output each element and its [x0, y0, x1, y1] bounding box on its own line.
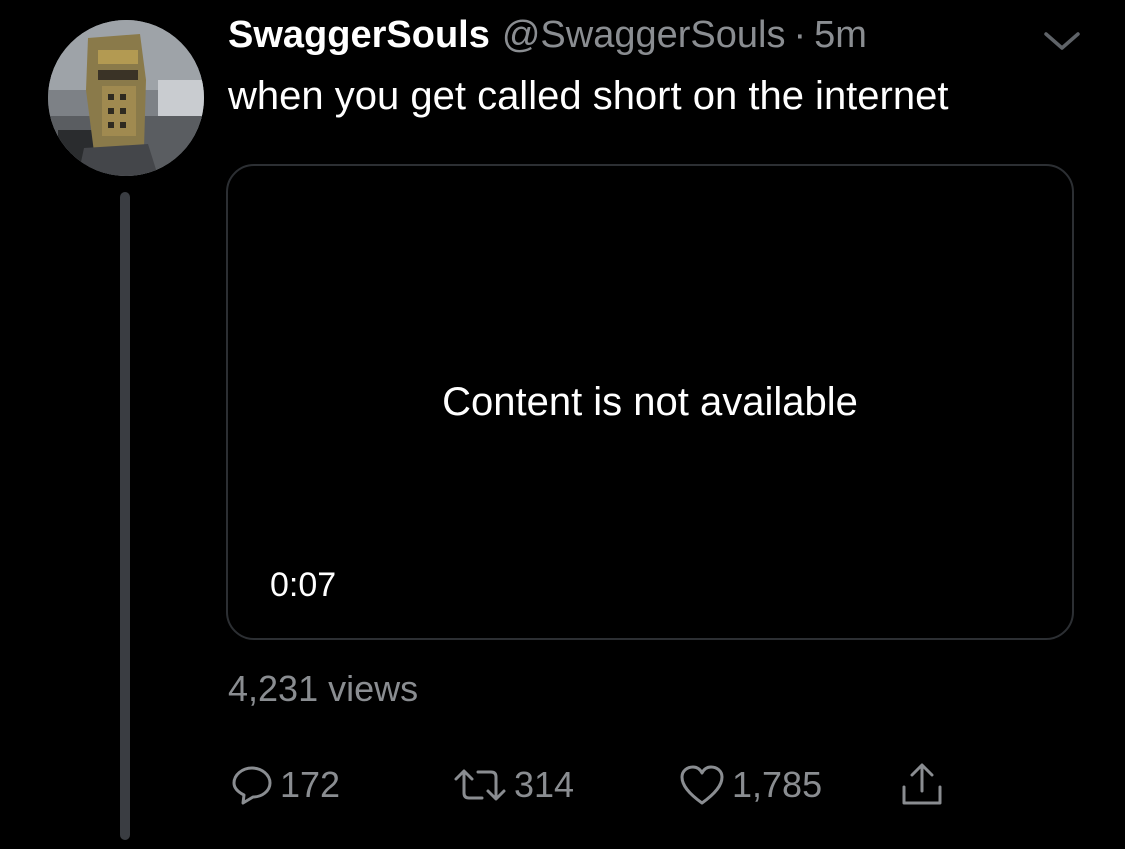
display-name[interactable]: SwaggerSouls — [228, 14, 490, 57]
heart-icon — [680, 765, 724, 805]
reply-count: 172 — [280, 764, 341, 805]
retweet-count: 314 — [514, 764, 575, 805]
video-duration: 0:07 — [270, 566, 337, 604]
retweet-icon — [454, 769, 506, 801]
tweet-text: when you get called short on the interne… — [228, 74, 949, 118]
tweet[interactable]: SwaggerSouls @SwaggerSouls · 5m when you… — [0, 0, 1125, 849]
separator-dot: · — [793, 14, 807, 56]
timestamp[interactable]: 5m — [814, 14, 867, 57]
like-count: 1,785 — [732, 764, 823, 805]
avatar[interactable] — [48, 20, 204, 176]
video-player[interactable]: Content is not available 0:07 — [226, 164, 1074, 640]
reply-button[interactable]: 172 — [230, 760, 340, 810]
share-icon — [902, 763, 942, 805]
chevron-down-icon[interactable] — [1040, 26, 1084, 56]
tweet-header: SwaggerSouls @SwaggerSouls · 5m — [228, 14, 867, 66]
avatar-image — [48, 20, 204, 176]
retweet-button[interactable]: 314 — [452, 760, 574, 810]
reply-icon — [232, 766, 272, 805]
view-count: 4,231 views — [228, 668, 419, 709]
thread-line — [120, 192, 130, 840]
content-unavailable-message: Content is not available — [442, 380, 858, 424]
user-handle[interactable]: @SwaggerSouls — [502, 14, 786, 57]
share-button[interactable] — [898, 760, 952, 810]
like-button[interactable]: 1,785 — [678, 760, 822, 810]
